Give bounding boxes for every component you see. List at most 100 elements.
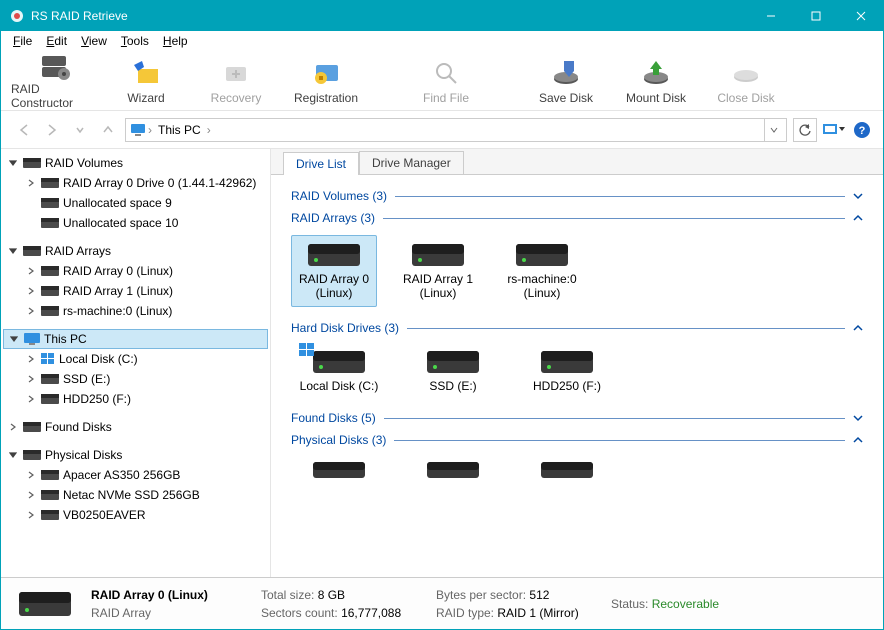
menu-file[interactable]: File	[7, 31, 38, 51]
toolbar-label: Close Disk	[717, 91, 774, 105]
status-name: RAID Array 0 (Linux)	[91, 588, 261, 602]
drive-icon	[19, 589, 71, 619]
tree-item[interactable]: Local Disk (C:)	[3, 349, 268, 369]
tree-item[interactable]: Netac NVMe SSD 256GB	[3, 485, 268, 505]
status-label: Sectors count:	[261, 606, 338, 620]
tree-raid-volumes[interactable]: RAID Volumes	[3, 153, 268, 173]
windows-icon	[41, 353, 55, 365]
window-title: RS RAID Retrieve	[31, 9, 748, 23]
section-hard-disk-drives[interactable]: Hard Disk Drives (3)	[291, 321, 863, 335]
chevron-right-icon[interactable]	[7, 423, 19, 431]
minimize-button[interactable]	[748, 1, 793, 31]
section-raid-volumes[interactable]: RAID Volumes (3)	[291, 189, 863, 203]
tree-item[interactable]: rs-machine:0 (Linux)	[3, 301, 268, 321]
chevron-up-icon[interactable]	[853, 435, 863, 445]
chevron-right-icon[interactable]	[25, 511, 37, 519]
raid-constructor-button[interactable]: RAID Constructor	[11, 53, 101, 109]
tree-item[interactable]: Unallocated space 10	[3, 213, 268, 233]
drive-icon	[313, 349, 365, 375]
chevron-down-icon[interactable]	[853, 413, 863, 423]
chevron-right-icon[interactable]	[25, 395, 37, 403]
status-label: Bytes per sector:	[436, 588, 526, 602]
menu-help[interactable]: Help	[157, 31, 194, 51]
drive-item-ssd-e[interactable]: SSD (E:)	[405, 345, 501, 397]
wizard-button[interactable]: Wizard	[101, 53, 191, 109]
recovery-icon	[220, 57, 252, 89]
tab-label: Drive List	[296, 157, 346, 171]
nav-history-button[interactable]	[69, 119, 91, 141]
mount-disk-button[interactable]: Mount Disk	[611, 53, 701, 109]
chevron-right-icon[interactable]	[25, 179, 37, 187]
section-physical-disks[interactable]: Physical Disks (3)	[291, 433, 863, 447]
close-disk-icon	[730, 57, 762, 89]
drive-icon	[516, 242, 568, 268]
section-label: Hard Disk Drives	[291, 321, 381, 335]
tree-raid-arrays[interactable]: RAID Arrays	[3, 241, 268, 261]
content-panel: Drive List Drive Manager RAID Volumes (3…	[271, 149, 883, 577]
drive-item-raid-array-0[interactable]: RAID Array 0 (Linux)	[291, 235, 377, 307]
drive-icon	[41, 373, 59, 385]
close-button[interactable]	[838, 1, 883, 31]
chevron-right-icon[interactable]	[25, 375, 37, 383]
tree-panel: RAID Volumes RAID Array 0 Drive 0 (1.44.…	[1, 149, 271, 577]
drive-label: RAID Array 1 (Linux)	[402, 272, 474, 300]
breadcrumb-location[interactable]: This PC	[154, 123, 205, 137]
tree-item[interactable]: RAID Array 0 (Linux)	[3, 261, 268, 281]
drive-item-hdd250-f[interactable]: HDD250 (F:)	[519, 345, 615, 397]
drive-item-physical[interactable]	[519, 457, 615, 483]
tabs: Drive List Drive Manager	[271, 149, 883, 175]
breadcrumb-dropdown[interactable]	[764, 119, 782, 141]
chevron-up-icon[interactable]	[853, 323, 863, 333]
drive-item-physical[interactable]	[405, 457, 501, 483]
tree-physical-disks[interactable]: Physical Disks	[3, 445, 268, 465]
chevron-down-icon[interactable]	[853, 191, 863, 201]
section-found-disks[interactable]: Found Disks (5)	[291, 411, 863, 425]
status-label: Status:	[611, 597, 648, 611]
tree-item[interactable]: RAID Array 1 (Linux)	[3, 281, 268, 301]
section-count: (3)	[372, 189, 387, 203]
section-count: (5)	[361, 411, 376, 425]
chevron-down-icon[interactable]	[8, 335, 20, 343]
chevron-up-icon[interactable]	[853, 213, 863, 223]
chevron-right-icon[interactable]	[25, 355, 37, 363]
tree-label: Apacer AS350 256GB	[63, 468, 180, 482]
chevron-right-icon[interactable]	[25, 471, 37, 479]
help-button[interactable]: ?	[853, 121, 871, 139]
menu-view[interactable]: View	[75, 31, 113, 51]
drive-item-local-disk-c[interactable]: Local Disk (C:)	[291, 345, 387, 397]
chevron-down-icon[interactable]	[7, 159, 19, 167]
tree-item[interactable]: Unallocated space 9	[3, 193, 268, 213]
registration-button[interactable]: Registration	[281, 53, 371, 109]
breadcrumb[interactable]: › This PC ›	[125, 118, 787, 142]
tab-drive-list[interactable]: Drive List	[283, 152, 359, 175]
section-raid-arrays[interactable]: RAID Arrays (3)	[291, 211, 863, 225]
view-options-button[interactable]	[823, 122, 845, 138]
recovery-button: Recovery	[191, 53, 281, 109]
chevron-down-icon[interactable]	[7, 247, 19, 255]
drive-icon	[41, 489, 59, 501]
chevron-down-icon[interactable]	[7, 451, 19, 459]
refresh-button[interactable]	[793, 118, 817, 142]
tree-this-pc[interactable]: This PC	[3, 329, 268, 349]
tree-item[interactable]: Apacer AS350 256GB	[3, 465, 268, 485]
tree-label: Local Disk (C:)	[59, 352, 138, 366]
drive-item-raid-array-1[interactable]: RAID Array 1 (Linux)	[395, 235, 481, 307]
tree-item[interactable]: HDD250 (F:)	[3, 389, 268, 409]
chevron-right-icon[interactable]	[25, 307, 37, 315]
save-disk-button[interactable]: Save Disk	[521, 53, 611, 109]
chevron-right-icon[interactable]	[25, 491, 37, 499]
tree-found-disks[interactable]: Found Disks	[3, 417, 268, 437]
menu-edit[interactable]: Edit	[40, 31, 73, 51]
chevron-right-icon[interactable]	[25, 267, 37, 275]
drive-icon	[23, 245, 41, 257]
tree-item[interactable]: SSD (E:)	[3, 369, 268, 389]
tree-label: RAID Array 1 (Linux)	[63, 284, 173, 298]
tab-drive-manager[interactable]: Drive Manager	[359, 151, 464, 174]
drive-item-rs-machine[interactable]: rs-machine:0 (Linux)	[499, 235, 585, 307]
menu-tools[interactable]: Tools	[115, 31, 155, 51]
drive-item-physical[interactable]	[291, 457, 387, 483]
maximize-button[interactable]	[793, 1, 838, 31]
chevron-right-icon[interactable]	[25, 287, 37, 295]
tree-item[interactable]: VB0250EAVER	[3, 505, 268, 525]
tree-item[interactable]: RAID Array 0 Drive 0 (1.44.1-42962)	[3, 173, 268, 193]
